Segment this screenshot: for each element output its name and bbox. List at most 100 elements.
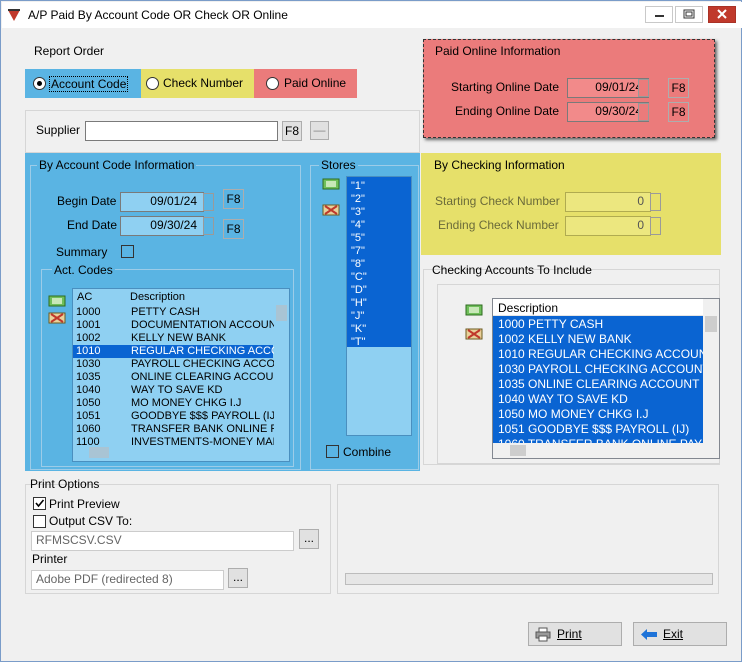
list-item-selected[interactable]: 1010 REGULAR CHECKING ACCOU [73, 345, 287, 358]
list-item[interactable]: "5" [351, 232, 365, 245]
account-code-group-label: By Account Code Information [37, 158, 197, 172]
printer-browse-button[interactable]: ... [228, 568, 248, 588]
list-item[interactable]: "D" [351, 284, 367, 297]
list-item[interactable]: 1035 ONLINE CLEARING ACCOUN [73, 371, 281, 384]
start-online-spinner[interactable] [638, 79, 649, 97]
list-item[interactable]: "J" [351, 310, 364, 323]
end-date-input[interactable]: 09/30/24 [120, 216, 204, 236]
checking-accounts-hscroll[interactable] [493, 443, 719, 458]
begin-date-input[interactable]: 09/01/24 [120, 192, 204, 212]
app-logo-icon [8, 9, 20, 21]
list-item[interactable]: 1030 PAYROLL CHECKING ACCOUNT [498, 362, 710, 377]
list-item[interactable]: 1000 PETTY CASH [498, 317, 603, 332]
stores-remove-all-icon[interactable] [322, 203, 340, 217]
list-item[interactable]: 1040 WAY TO SAVE KD [73, 384, 273, 397]
list-item[interactable]: "T" [351, 336, 366, 349]
printer-select[interactable]: Adobe PDF (redirected 8) [31, 570, 224, 590]
list-item[interactable]: 1051 GOODBYE $$$ PAYROLL (IJ) [73, 410, 279, 423]
list-item[interactable]: "H" [351, 297, 367, 310]
summary-label: Summary [56, 245, 108, 259]
paid-online-label: Paid Online [284, 76, 347, 90]
list-item[interactable]: 1000 PETTY CASH [73, 306, 273, 319]
list-item[interactable]: 1001 DOCUMENTATION ACCOUN [73, 319, 277, 332]
print-preview-checkbox[interactable] [33, 497, 46, 510]
stores-add-all-icon[interactable] [322, 177, 340, 191]
list-item[interactable]: 1050 MO MONEY CHKG I.J [73, 397, 273, 410]
radio-paid-online[interactable] [266, 77, 279, 90]
supplier-label: Supplier [36, 123, 81, 137]
starting-check-spinner[interactable] [650, 193, 661, 211]
radio-account-code[interactable] [33, 77, 46, 90]
col-description-header[interactable]: Description [498, 301, 558, 315]
starting-check-input[interactable]: 0 [565, 192, 651, 212]
list-item[interactable]: 1060 TRANSFER BANK ONLINE PA [73, 423, 284, 436]
option-paid-online[interactable]: Paid Online [254, 69, 357, 98]
col-description-header[interactable]: Description [130, 291, 185, 303]
option-check-number[interactable]: Check Number [141, 69, 254, 98]
printer-label: Printer [32, 552, 68, 566]
end-online-f8-button[interactable]: F8 [668, 102, 689, 122]
radio-check-number[interactable] [146, 77, 159, 90]
title-bar: A/P Paid By Account Code OR Check OR Onl… [2, 2, 742, 28]
csv-browse-button[interactable]: ... [299, 529, 319, 549]
combine-checkbox[interactable] [326, 445, 339, 458]
list-item[interactable]: 1002 KELLY NEW BANK [498, 332, 632, 347]
list-item[interactable]: 1002 KELLY NEW BANK [73, 332, 273, 345]
act-codes-hscroll[interactable] [73, 445, 289, 461]
minimize-button[interactable] [645, 6, 673, 23]
end-date-label: End Date [67, 218, 118, 232]
act-codes-list[interactable]: AC Description 1000 PETTY CASH 1001 DOCUME… [72, 288, 290, 462]
option-account-code[interactable]: Account Code [25, 69, 141, 98]
checking-accounts-list[interactable]: Description 1000 PETTY CASH 1002 KELLY N… [492, 298, 720, 459]
list-item[interactable]: "3" [351, 206, 365, 219]
list-item[interactable]: 1030 PAYROLL CHECKING ACCOU [73, 358, 283, 371]
list-item[interactable]: "1" [351, 180, 365, 193]
list-item[interactable]: 1051 GOODBYE $$$ PAYROLL (IJ) [498, 422, 689, 437]
remove-all-icon[interactable] [48, 311, 66, 325]
stores-list[interactable]: "1" "2" "3" "4" "5" "7" "8" "C" "D" "H" … [346, 176, 412, 436]
list-item[interactable]: 1010 REGULAR CHECKING ACCOUNT [498, 347, 715, 362]
ending-online-date-input[interactable]: 09/30/24 [567, 102, 649, 122]
supplier-clear-button[interactable]: — [310, 121, 329, 140]
list-item[interactable]: 1050 MO MONEY CHKG I.J [498, 407, 649, 422]
list-item[interactable]: "8" [351, 258, 365, 271]
begin-date-f8-button[interactable]: F8 [223, 189, 244, 209]
checking-accounts-label: Checking Accounts To Include [432, 263, 592, 277]
list-item[interactable]: "7" [351, 245, 365, 258]
print-button[interactable]: Print [528, 622, 622, 646]
act-codes-vscroll[interactable] [274, 289, 289, 445]
end-date-f8-button[interactable]: F8 [223, 219, 244, 239]
end-online-spinner[interactable] [638, 103, 649, 121]
output-csv-checkbox[interactable] [33, 515, 46, 528]
exit-button[interactable]: Exit [633, 622, 727, 646]
ending-check-input[interactable]: 0 [565, 216, 651, 236]
maximize-button[interactable] [675, 6, 703, 23]
print-button-label: Print [557, 627, 582, 641]
col-ac-header[interactable]: AC [77, 291, 92, 303]
add-all-icon[interactable] [48, 294, 66, 308]
supplier-input[interactable] [85, 121, 278, 141]
list-item[interactable]: "4" [351, 219, 365, 232]
starting-online-date-input[interactable]: 09/01/24 [567, 78, 649, 98]
checkmark-icon [35, 499, 45, 508]
list-item[interactable]: "K" [351, 323, 366, 336]
end-date-spinner[interactable] [203, 217, 214, 235]
summary-checkbox[interactable] [121, 245, 134, 258]
checking-remove-all-icon[interactable] [465, 327, 483, 341]
checking-accounts-vscroll[interactable] [703, 299, 719, 443]
starting-check-label: Starting Check Number [435, 194, 560, 208]
supplier-f8-button[interactable]: F8 [282, 121, 302, 141]
start-online-f8-button[interactable]: F8 [668, 78, 689, 98]
list-item[interactable]: "C" [351, 271, 367, 284]
list-item[interactable]: "2" [351, 193, 365, 206]
checking-add-all-icon[interactable] [465, 303, 483, 317]
paid-online-panel: Paid Online Information Starting Online … [423, 39, 715, 138]
close-icon [717, 9, 727, 19]
list-item[interactable]: 1035 ONLINE CLEARING ACCOUNT [498, 377, 699, 392]
ending-check-spinner[interactable] [650, 217, 661, 235]
combine-label: Combine [343, 445, 392, 459]
csv-path-input[interactable]: RFMSCSV.CSV [31, 531, 294, 551]
close-button[interactable] [708, 6, 736, 23]
begin-date-spinner[interactable] [203, 193, 214, 211]
list-item[interactable]: 1040 WAY TO SAVE KD [498, 392, 628, 407]
